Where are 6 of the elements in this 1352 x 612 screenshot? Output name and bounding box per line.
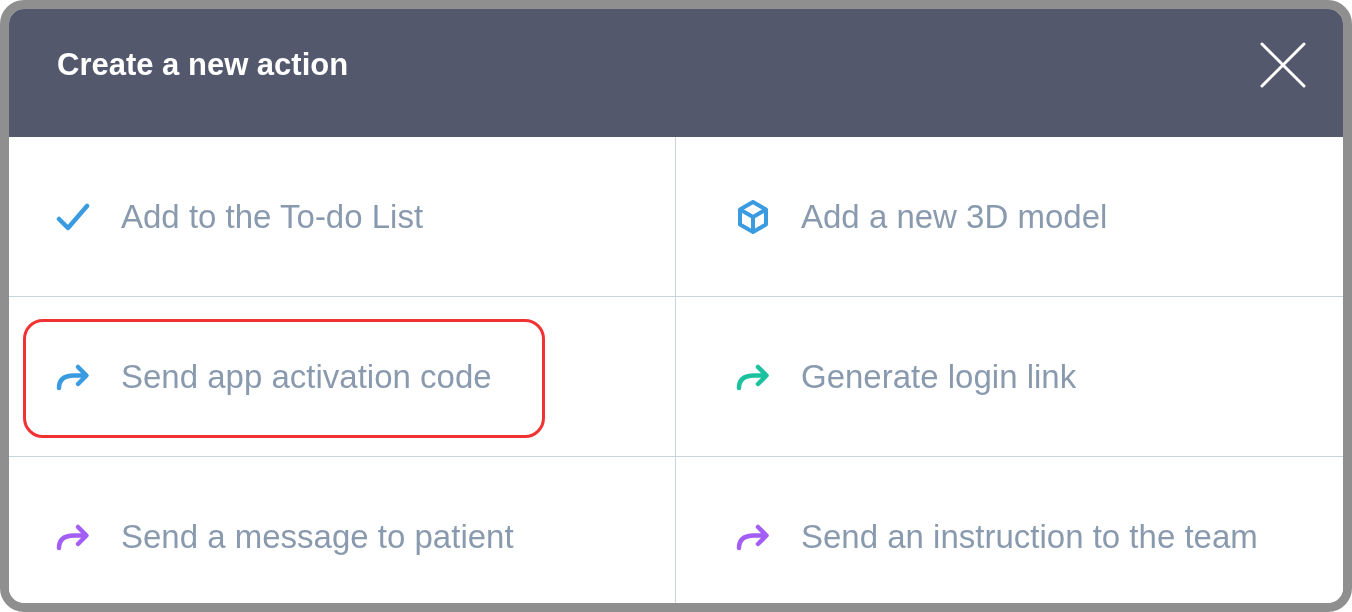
dialog-title: Create a new action <box>57 47 349 83</box>
action-option[interactable]: Add to the To-do List <box>9 137 676 297</box>
close-button[interactable] <box>1260 42 1306 88</box>
action-option[interactable]: Send app activation code <box>9 297 676 457</box>
action-option[interactable]: Send a message to patient <box>9 457 676 603</box>
close-icon <box>1260 42 1306 88</box>
